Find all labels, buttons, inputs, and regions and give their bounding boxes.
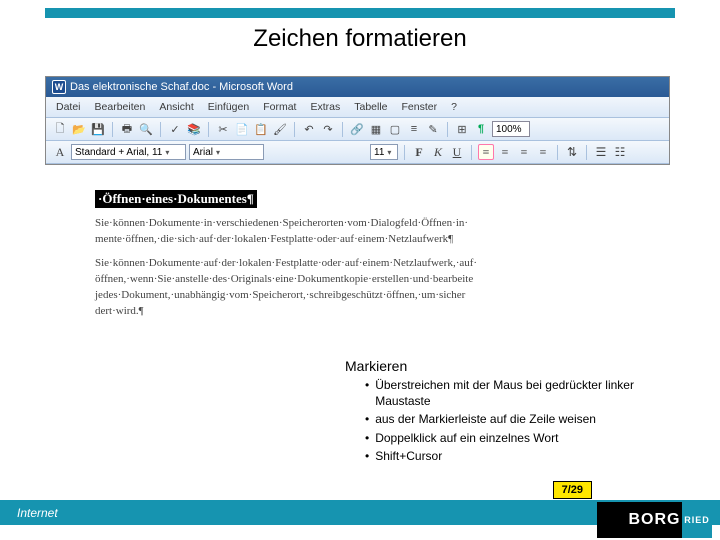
align-left-icon[interactable]: ≡ [478,144,494,160]
doc-body: Sie·können·Dokumente·in·verschiedenen·Sp… [95,216,465,320]
paste-icon[interactable]: 📋 [253,121,269,137]
style-value: Standard + Arial, 11 [75,147,162,158]
table-icon[interactable]: ▦ [368,121,384,137]
font-value: Arial [193,147,213,158]
undo-icon[interactable]: ↶ [301,121,317,137]
list-item: •Doppelklick auf ein einzelnes Wort [365,431,675,447]
section-title: Markieren [345,358,407,374]
slide-title: Zeichen formatieren [0,25,720,53]
preview-icon[interactable]: 🔍 [138,121,154,137]
word-standard-toolbar: 🗋 📂 💾 🖶 🔍 ✓ 📚 ✂ 📄 📋 🖌 ↶ ↷ 🔗 ▦ ▢ ≡ ✎ ⊞ ¶ … [46,118,669,141]
menu-ansicht[interactable]: Ansicht [155,99,197,115]
word-menubar: Datei Bearbeiten Ansicht Einfügen Format… [46,97,669,118]
menu-datei[interactable]: Datei [52,99,85,115]
size-value: 11 [374,147,384,158]
menu-help[interactable]: ? [447,99,461,115]
font-combo[interactable]: Arial▾ [189,144,264,160]
doc-p1: Sie·können·Dokumente·in·verschiedenen·Sp… [95,216,465,248]
align-justify-icon[interactable]: ≡ [535,144,551,160]
bullets-icon[interactable]: ☷ [612,144,628,160]
page-counter: 7/29 [553,481,592,499]
zoom-combo[interactable]: 100% [492,121,530,137]
footer-label: Internet [17,506,58,520]
menu-einfuegen[interactable]: Einfügen [204,99,253,115]
format-painter-icon[interactable]: 🖌 [272,121,288,137]
menu-format[interactable]: Format [259,99,300,115]
menu-bearbeiten[interactable]: Bearbeiten [91,99,150,115]
align-right-icon[interactable]: ≡ [516,144,532,160]
zoom-value: 100% [496,124,522,135]
list-item: •Überstreichen mit der Maus bei gedrückt… [365,378,675,409]
top-accent-bar [45,8,675,18]
italic-button[interactable]: K [430,144,446,160]
excel-icon[interactable]: ▢ [387,121,403,137]
new-icon[interactable]: 🗋 [52,121,68,137]
drawing-icon[interactable]: ✎ [425,121,441,137]
document-sample: ·Öffnen·eines·Dokumentes¶ Sie·können·Dok… [95,190,465,328]
map-icon[interactable]: ⊞ [454,121,470,137]
borg-logo: BORG RIED [597,502,712,538]
word-screenshot: W Das elektronische Schaf.doc - Microsof… [45,76,670,165]
copy-icon[interactable]: 📄 [234,121,250,137]
logo-accent: RIED [682,502,712,538]
list-item: •Shift+Cursor [365,449,675,465]
open-icon[interactable]: 📂 [71,121,87,137]
align-center-icon[interactable]: ≡ [497,144,513,160]
print-icon[interactable]: 🖶 [119,121,135,137]
list-item: •aus der Markierleiste auf die Zeile wei… [365,412,675,428]
logo-text: BORG [629,511,681,529]
style-combo[interactable]: Standard + Arial, 11▾ [71,144,186,160]
columns-icon[interactable]: ≡ [406,121,422,137]
word-app-icon: W [52,80,66,94]
doc-heading: ·Öffnen·eines·Dokumentes¶ [95,190,257,208]
line-spacing-icon[interactable]: ⇅ [564,144,580,160]
word-title-text: Das elektronische Schaf.doc - Microsoft … [70,81,293,93]
save-icon[interactable]: 💾 [90,121,106,137]
redo-icon[interactable]: ↷ [320,121,336,137]
numbering-icon[interactable]: ☰ [593,144,609,160]
bullet-list: •Überstreichen mit der Maus bei gedrückt… [365,378,675,468]
menu-fenster[interactable]: Fenster [398,99,442,115]
hyperlink-icon[interactable]: 🔗 [349,121,365,137]
style-handle-icon[interactable]: A [52,144,68,160]
size-combo[interactable]: 11▾ [370,144,398,160]
menu-extras[interactable]: Extras [306,99,344,115]
spellcheck-icon[interactable]: ✓ [167,121,183,137]
doc-p2: Sie·können·Dokumente·auf·der·lokalen·Fes… [95,256,465,320]
cut-icon[interactable]: ✂ [215,121,231,137]
word-format-toolbar: A Standard + Arial, 11▾ Arial▾ 11▾ F K U… [46,141,669,164]
bold-button[interactable]: F [411,144,427,160]
research-icon[interactable]: 📚 [186,121,202,137]
pilcrow-icon[interactable]: ¶ [473,121,489,137]
word-titlebar: W Das elektronische Schaf.doc - Microsof… [46,77,669,97]
menu-tabelle[interactable]: Tabelle [350,99,391,115]
underline-button[interactable]: U [449,144,465,160]
